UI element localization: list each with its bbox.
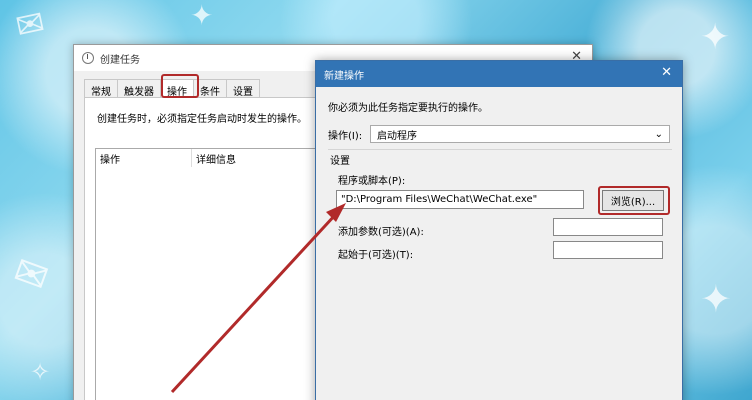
- actions-list[interactable]: 操作 详细信息: [95, 148, 325, 400]
- star-decoration-icon: ✧: [30, 358, 51, 386]
- create-task-title: 创建任务: [100, 54, 140, 66]
- settings-group: 设置 程序或脚本(P): 浏览(R)... 添加参数(可选)(A): 起始于(可…: [328, 149, 672, 399]
- action-select-value: 启动程序: [377, 130, 417, 142]
- envelope-decoration-icon: ✉: [12, 2, 49, 48]
- star-decoration-icon: ✦: [700, 277, 732, 321]
- action-row: 操作(I): 启动程序 ⌄: [328, 125, 670, 143]
- arguments-input[interactable]: [553, 218, 663, 236]
- clock-icon: [82, 52, 94, 64]
- column-header-action[interactable]: 操作: [96, 149, 192, 167]
- envelope-decoration-icon: ✉: [7, 247, 55, 303]
- close-icon[interactable]: ✕: [661, 65, 672, 80]
- program-label: 程序或脚本(P):: [338, 176, 406, 187]
- settings-title: 设置: [330, 156, 350, 167]
- actions-list-header: 操作 详细信息: [96, 149, 324, 167]
- action-select[interactable]: 启动程序 ⌄: [370, 125, 670, 143]
- star-decoration-icon: ✦: [190, 0, 214, 32]
- action-label: 操作(I):: [328, 130, 363, 142]
- new-action-title: 新建操作: [324, 70, 364, 82]
- dialog-prompt: 你必须为此任务指定要执行的操作。: [328, 103, 488, 114]
- arguments-label: 添加参数(可选)(A):: [338, 227, 424, 238]
- start-in-label: 起始于(可选)(T):: [338, 250, 414, 261]
- actions-hint: 创建任务时，必须指定任务启动时发生的操作。: [97, 114, 307, 125]
- column-header-details[interactable]: 详细信息: [192, 151, 236, 166]
- program-input[interactable]: [336, 190, 584, 209]
- new-action-titlebar: 新建操作: [316, 61, 682, 87]
- chevron-down-icon: ⌄: [654, 128, 663, 140]
- start-in-input[interactable]: [553, 241, 663, 259]
- browse-button[interactable]: 浏览(R)...: [602, 190, 664, 211]
- star-decoration-icon: ✦: [700, 17, 731, 58]
- new-action-dialog: 新建操作 ✕ 你必须为此任务指定要执行的操作。 操作(I): 启动程序 ⌄ 设置…: [315, 60, 683, 400]
